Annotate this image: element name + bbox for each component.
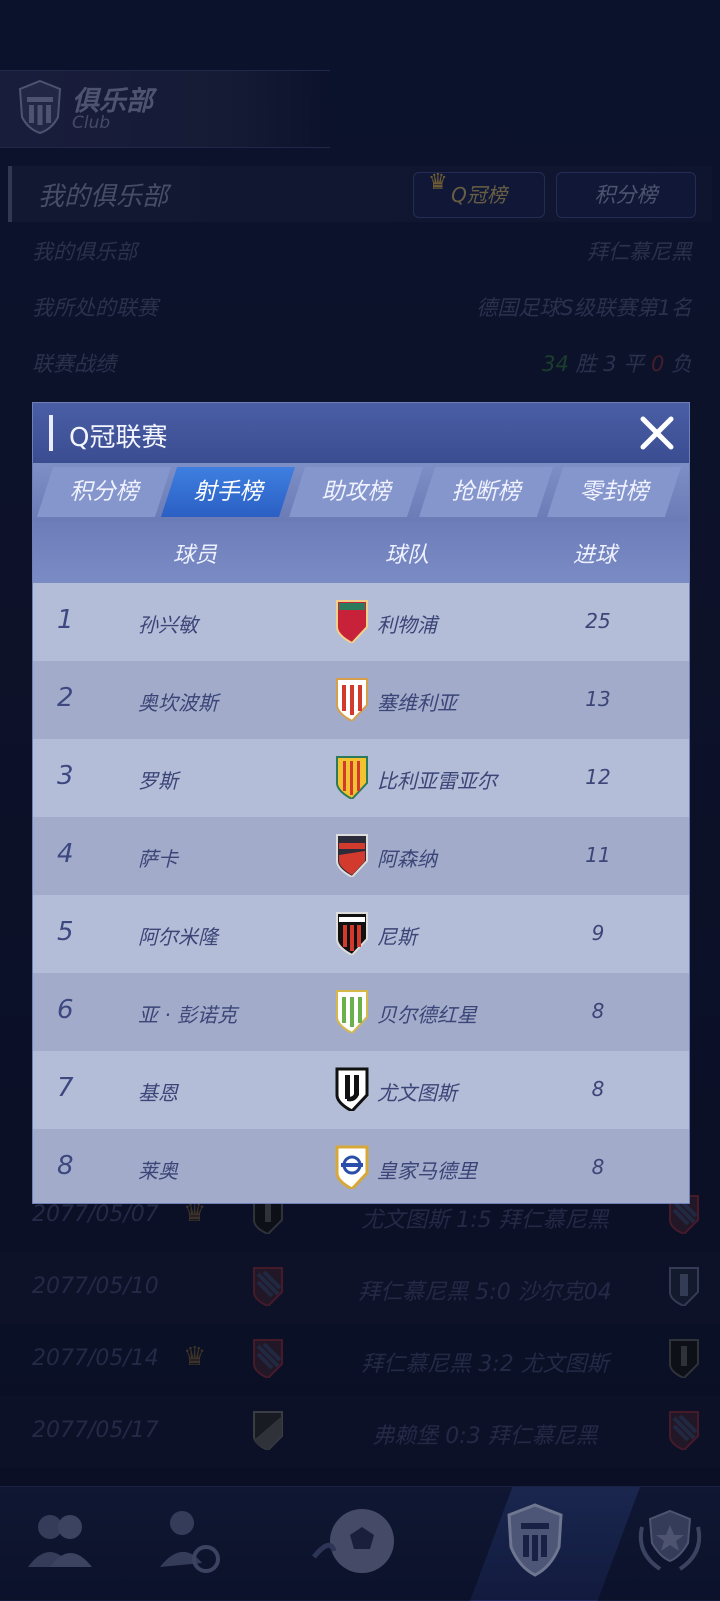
column-goals: 进球 xyxy=(573,543,618,568)
table-header: 球员 球队 进球 xyxy=(33,521,689,583)
close-icon[interactable] xyxy=(635,411,679,455)
team-name: 利物浦 xyxy=(377,613,437,637)
team-name: 尼斯 xyxy=(377,925,417,949)
header-accent xyxy=(49,415,53,451)
goals: 11 xyxy=(585,843,611,867)
ranking-tabs: 积分榜 射手榜 助攻榜 抢断榜 零封榜 xyxy=(33,463,689,521)
rank: 5 xyxy=(57,917,74,947)
table-row[interactable]: 2 奥坎波斯 塞维利亚 13 xyxy=(33,661,689,739)
table-row[interactable]: 4 萨卡 阿森纳 11 xyxy=(33,817,689,895)
goals: 8 xyxy=(591,1155,605,1179)
table-row[interactable]: 3 罗斯 比利亚雷亚尔 12 xyxy=(33,739,689,817)
tab-clean-sheets[interactable]: 零封榜 xyxy=(547,467,681,517)
goals: 8 xyxy=(591,1077,605,1101)
player-name: 基恩 xyxy=(138,1081,178,1105)
column-team: 球队 xyxy=(385,543,430,568)
team-name: 贝尔德红星 xyxy=(377,1003,477,1027)
goals: 12 xyxy=(585,765,611,789)
rank: 6 xyxy=(57,995,74,1025)
dialog-title: Q冠联赛 xyxy=(69,423,168,453)
real-madrid-crest-icon xyxy=(335,1145,369,1189)
player-name: 阿尔米隆 xyxy=(138,925,218,949)
player-name: 孙兴敏 xyxy=(138,613,198,637)
player-name: 莱奥 xyxy=(138,1159,178,1183)
goals: 9 xyxy=(591,921,605,945)
goals: 8 xyxy=(591,999,605,1023)
team-name: 阿森纳 xyxy=(377,847,437,871)
table-row[interactable]: 6 亚 · 彭诺克 贝尔德红星 8 xyxy=(33,973,689,1051)
column-player: 球员 xyxy=(173,543,218,568)
rank: 7 xyxy=(57,1073,74,1103)
arsenal-crest-icon xyxy=(336,834,368,877)
tab-top-scorers[interactable]: 射手榜 xyxy=(161,467,295,517)
player-name: 罗斯 xyxy=(138,769,178,793)
nice-crest-icon xyxy=(336,912,368,955)
juventus-crest-icon xyxy=(335,1067,369,1111)
villarreal-crest-icon xyxy=(336,756,368,799)
table-row[interactable]: 5 阿尔米隆 尼斯 9 xyxy=(33,895,689,973)
team-name: 尤文图斯 xyxy=(377,1081,457,1105)
table-row[interactable]: 8 莱奥 皇家马德里 8 xyxy=(33,1129,689,1203)
player-name: 奥坎波斯 xyxy=(138,691,218,715)
rank: 8 xyxy=(57,1151,74,1181)
league-ranking-dialog: Q冠联赛 积分榜 射手榜 助攻榜 抢断榜 零封榜 球员 球队 进球 1 孙兴敏 … xyxy=(32,402,690,1204)
rank: 1 xyxy=(57,605,74,635)
goals: 25 xyxy=(585,609,611,633)
tab-assists[interactable]: 助攻榜 xyxy=(289,467,423,517)
sevilla-crest-icon xyxy=(336,678,368,721)
player-name: 亚 · 彭诺克 xyxy=(138,1003,238,1027)
red-star-crest-icon xyxy=(336,990,368,1033)
liverpool-crest-icon xyxy=(336,600,368,643)
rank: 3 xyxy=(57,761,74,791)
tab-tackles[interactable]: 抢断榜 xyxy=(419,467,553,517)
rank: 2 xyxy=(57,683,74,713)
table-row[interactable]: 7 基恩 尤文图斯 8 xyxy=(33,1051,689,1129)
scorer-list: 1 孙兴敏 利物浦 25 2 奥坎波斯 塞维利亚 13 3 罗斯 比利亚雷亚尔 … xyxy=(33,583,689,1203)
rank: 4 xyxy=(57,839,74,869)
player-name: 萨卡 xyxy=(138,847,178,871)
dialog-header: Q冠联赛 xyxy=(33,403,689,463)
team-name: 比利亚雷亚尔 xyxy=(377,769,497,793)
tab-points-table[interactable]: 积分榜 xyxy=(37,467,171,517)
goals: 13 xyxy=(585,687,611,711)
team-name: 塞维利亚 xyxy=(377,691,457,715)
team-name: 皇家马德里 xyxy=(377,1159,477,1183)
table-row[interactable]: 1 孙兴敏 利物浦 25 xyxy=(33,583,689,661)
